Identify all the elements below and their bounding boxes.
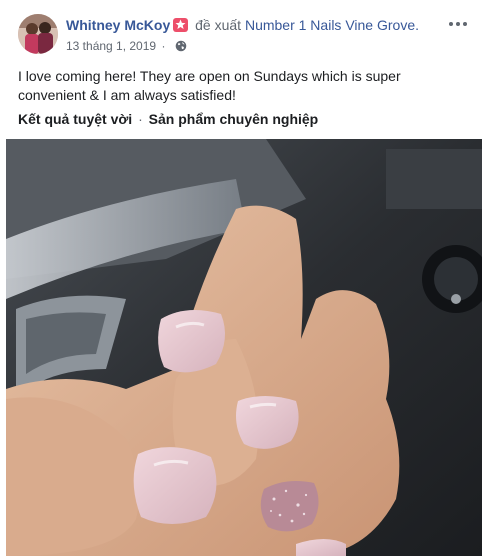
more-horizontal-icon[interactable] (446, 14, 470, 34)
post-meta: 13 tháng 1, 2019 · (66, 38, 187, 56)
tag-separator: · (138, 111, 143, 127)
nails-photo-illustration (6, 139, 482, 556)
avatar[interactable] (18, 14, 58, 54)
meta-separator: · (161, 39, 166, 53)
tag: Sản phẩm chuyên nghiệp (148, 111, 319, 127)
post-action: đề xuất (195, 17, 242, 33)
page-link[interactable]: Number 1 Nails Vine Grove. (245, 17, 419, 33)
recommendation-badge-icon (173, 18, 189, 32)
globe-icon (175, 40, 187, 56)
tag: Kết quả tuyệt vời (18, 111, 133, 127)
post-text: I love coming here! They are open on Sun… (18, 68, 401, 103)
post-date[interactable]: 13 tháng 1, 2019 (66, 39, 156, 53)
post-header: Whitney McKoy đề xuất Number 1 Nails Vin… (18, 14, 478, 56)
recommendation-post: Whitney McKoy đề xuất Number 1 Nails Vin… (0, 0, 482, 556)
author-line: Whitney McKoy đề xuất Number 1 Nails Vin… (66, 16, 419, 34)
recommendation-tags: Kết quả tuyệt vời · Sản phẩm chuyên nghi… (18, 110, 318, 129)
author-name[interactable]: Whitney McKoy (66, 17, 170, 33)
post-photo[interactable] (6, 139, 482, 556)
